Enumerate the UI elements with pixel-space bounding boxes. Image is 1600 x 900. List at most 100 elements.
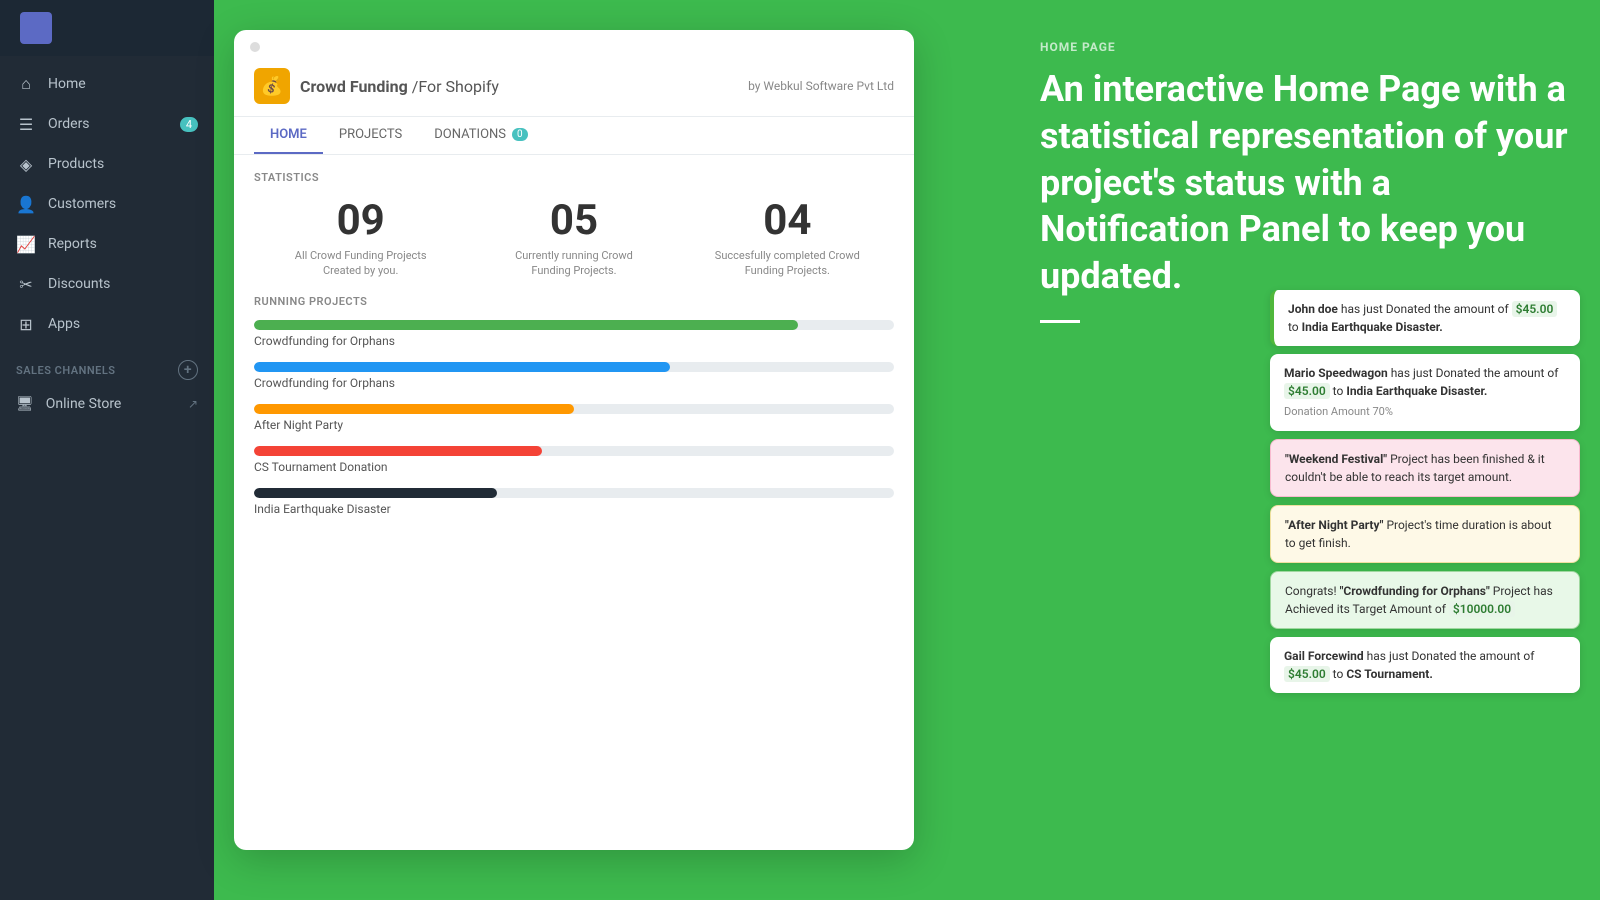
- project-bar-bg: [254, 320, 894, 330]
- project-bar-fill: [254, 362, 670, 372]
- discounts-icon: ✂: [16, 274, 36, 294]
- app-header: 💰 Crowd Funding /For Shopify by Webkul S…: [234, 60, 914, 117]
- sidebar-item-reports[interactable]: 📈 Reports: [0, 224, 214, 264]
- right-title: An interactive Home Page with a statisti…: [1040, 66, 1580, 300]
- main-area: 💰 Crowd Funding /For Shopify by Webkul S…: [214, 0, 1600, 900]
- stat-number-running: 05: [467, 200, 680, 242]
- app-window: 💰 Crowd Funding /For Shopify by Webkul S…: [234, 30, 914, 850]
- sidebar-item-orders[interactable]: ☰ Orders 4: [0, 104, 214, 144]
- orders-icon: ☰: [16, 114, 36, 134]
- project-bar-fill: [254, 320, 798, 330]
- notif-project: India Earthquake Disaster.: [1346, 384, 1487, 398]
- stat-desc-completed: Succesfully completed CrowdFunding Proje…: [681, 248, 894, 279]
- running-projects-section: RUNNING PROJECTS Crowdfunding for Orphan…: [234, 295, 914, 516]
- project-name: India Earthquake Disaster: [254, 502, 894, 516]
- project-bar-fill: [254, 404, 574, 414]
- right-description: HOME PAGE An interactive Home Page with …: [1040, 40, 1580, 323]
- sidebar-item-label: Discounts: [48, 276, 110, 292]
- right-label: HOME PAGE: [1040, 40, 1580, 54]
- notif-text: to: [1288, 320, 1302, 334]
- stat-number-completed: 04: [681, 200, 894, 242]
- sidebar-item-home[interactable]: ⌂ Home: [0, 64, 214, 104]
- stat-completed: 04 Succesfully completed CrowdFunding Pr…: [681, 200, 894, 279]
- online-store-icon: 🖥: [16, 396, 34, 412]
- app-by-label: by Webkul Software Pvt Ltd: [748, 79, 894, 93]
- list-item: India Earthquake Disaster: [254, 488, 894, 516]
- stat-total: 09 All Crowd Funding ProjectsCreated by …: [254, 200, 467, 279]
- orders-badge: 4: [180, 117, 198, 132]
- project-name: Crowdfunding for Orphans: [254, 376, 894, 390]
- list-item: CS Tournament Donation: [254, 446, 894, 474]
- sidebar-item-discounts[interactable]: ✂ Discounts: [0, 264, 214, 304]
- notif-project-name: "Weekend Festival": [1285, 452, 1387, 466]
- sidebar-item-label: Apps: [48, 316, 80, 332]
- project-bar-wrap: [254, 446, 894, 456]
- add-sales-channel-icon[interactable]: +: [178, 360, 198, 380]
- notif-amount: $45.00: [1284, 383, 1330, 399]
- online-store-label: Online Store: [46, 396, 122, 412]
- reports-icon: 📈: [16, 234, 36, 254]
- sidebar-item-label: Customers: [48, 196, 116, 212]
- notif-sender: John doe: [1288, 302, 1338, 316]
- project-name: Crowdfunding for Orphans: [254, 334, 894, 348]
- sales-channels-section: SALES CHANNELS +: [0, 344, 214, 386]
- project-bar-bg: [254, 404, 894, 414]
- notif-project-name: "After Night Party": [1285, 518, 1383, 532]
- notif-amount: $45.00: [1284, 666, 1330, 682]
- window-controls: [234, 30, 914, 60]
- tab-donations[interactable]: DONATIONS 0: [418, 117, 543, 154]
- notif-text: has just Donated the amount of: [1391, 366, 1559, 380]
- project-bar-wrap: [254, 404, 894, 414]
- app-title-text: Crowd Funding /For Shopify: [300, 77, 499, 96]
- sidebar-item-online-store[interactable]: 🖥 Online Store ↗: [0, 386, 214, 422]
- sidebar-logo: [20, 12, 52, 44]
- sidebar-item-label: Orders: [48, 116, 90, 132]
- notif-amount: $45.00: [1512, 301, 1558, 317]
- stats-label: STATISTICS: [254, 171, 894, 184]
- project-name: CS Tournament Donation: [254, 460, 894, 474]
- donations-badge: 0: [512, 128, 528, 141]
- list-item: Crowdfunding for Orphans: [254, 362, 894, 390]
- app-title-area: 💰 Crowd Funding /For Shopify: [254, 68, 499, 104]
- list-item: After Night Party: [254, 404, 894, 432]
- products-icon: ◈: [16, 154, 36, 174]
- sidebar-item-label: Products: [48, 156, 104, 172]
- stat-running: 05 Currently running CrowdFunding Projec…: [467, 200, 680, 279]
- stat-number-total: 09: [254, 200, 467, 242]
- notif-sender: Gail Forcewind: [1284, 649, 1364, 663]
- stats-section: STATISTICS 09 All Crowd Funding Projects…: [234, 155, 914, 295]
- project-bar-bg: [254, 362, 894, 372]
- list-item: Crowdfunding for Orphans: [254, 320, 894, 348]
- right-divider: [1040, 320, 1080, 323]
- notif-project: CS Tournament.: [1346, 667, 1433, 681]
- notif-sub: Donation Amount 70%: [1284, 404, 1566, 421]
- app-icon: 💰: [254, 68, 290, 104]
- sidebar-item-customers[interactable]: 👤 Customers: [0, 184, 214, 224]
- app-title: Crowd Funding /For Shopify: [300, 77, 499, 96]
- notif-card-mario: Mario Speedwagon has just Donated the am…: [1270, 354, 1580, 431]
- notification-panel: John doe has just Donated the amount of …: [1270, 290, 1580, 693]
- sidebar-item-apps[interactable]: ⊞ Apps: [0, 304, 214, 344]
- notif-card-gail: Gail Forcewind has just Donated the amou…: [1270, 637, 1580, 693]
- notif-card-crowdfunding: Congrats! "Crowdfunding for Orphans" Pro…: [1270, 571, 1580, 629]
- project-name: After Night Party: [254, 418, 894, 432]
- notif-text: to: [1333, 384, 1347, 398]
- tab-home[interactable]: HOME: [254, 117, 323, 154]
- project-bar-bg: [254, 488, 894, 498]
- project-bar-wrap: [254, 320, 894, 330]
- apps-icon: ⊞: [16, 314, 36, 334]
- sidebar-header: [0, 0, 214, 56]
- stats-row: 09 All Crowd Funding ProjectsCreated by …: [254, 200, 894, 279]
- sidebar: ⌂ Home ☰ Orders 4 ◈ Products 👤 Customers…: [0, 0, 214, 900]
- notif-sender: Mario Speedwagon: [1284, 366, 1388, 380]
- stat-desc-total: All Crowd Funding ProjectsCreated by you…: [254, 248, 467, 279]
- sidebar-item-products[interactable]: ◈ Products: [0, 144, 214, 184]
- customers-icon: 👤: [16, 194, 36, 214]
- tab-projects[interactable]: PROJECTS: [323, 117, 418, 154]
- stat-desc-running: Currently running CrowdFunding Projects.: [467, 248, 680, 279]
- sidebar-nav: ⌂ Home ☰ Orders 4 ◈ Products 👤 Customers…: [0, 56, 214, 900]
- notif-project: India Earthquake Disaster.: [1302, 320, 1443, 334]
- notif-text: has just Donated the amount of: [1367, 649, 1535, 663]
- project-bar-fill: [254, 446, 542, 456]
- window-dot: [250, 42, 260, 52]
